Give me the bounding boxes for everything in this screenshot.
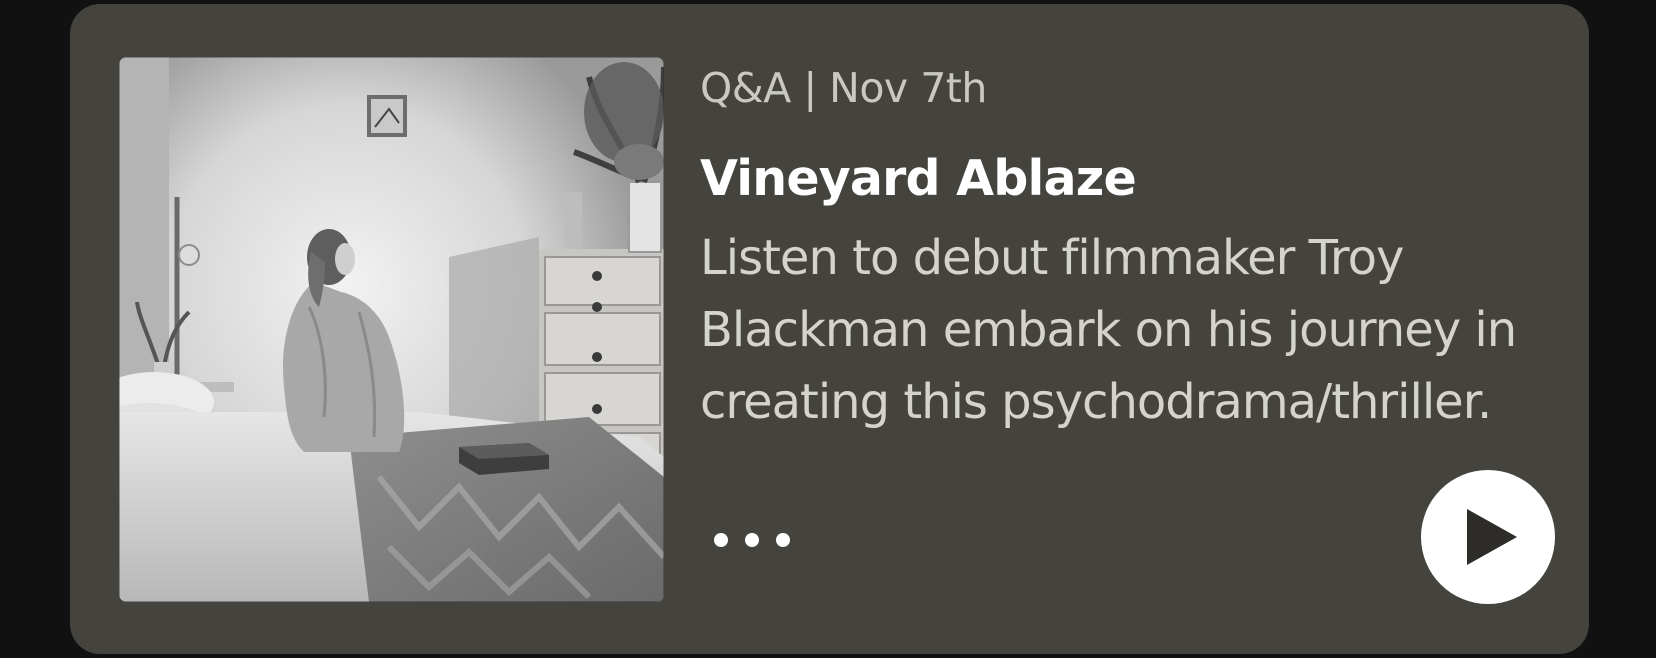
ellipsis-icon bbox=[745, 533, 759, 547]
play-button[interactable] bbox=[1421, 470, 1555, 604]
media-card[interactable]: Q&A | Nov 7th Vineyard Ablaze Listen to … bbox=[70, 4, 1589, 654]
event-meta: Q&A | Nov 7th bbox=[700, 64, 987, 112]
ellipsis-icon bbox=[776, 533, 790, 547]
thumbnail-image bbox=[119, 57, 664, 602]
play-icon bbox=[1467, 509, 1517, 565]
card-description: Listen to debut filmmaker Troy Blackman … bbox=[700, 230, 1517, 430]
more-options-button[interactable] bbox=[706, 516, 806, 564]
ellipsis-icon bbox=[714, 533, 728, 547]
card-title[interactable]: Vineyard Ablaze bbox=[700, 150, 1137, 207]
